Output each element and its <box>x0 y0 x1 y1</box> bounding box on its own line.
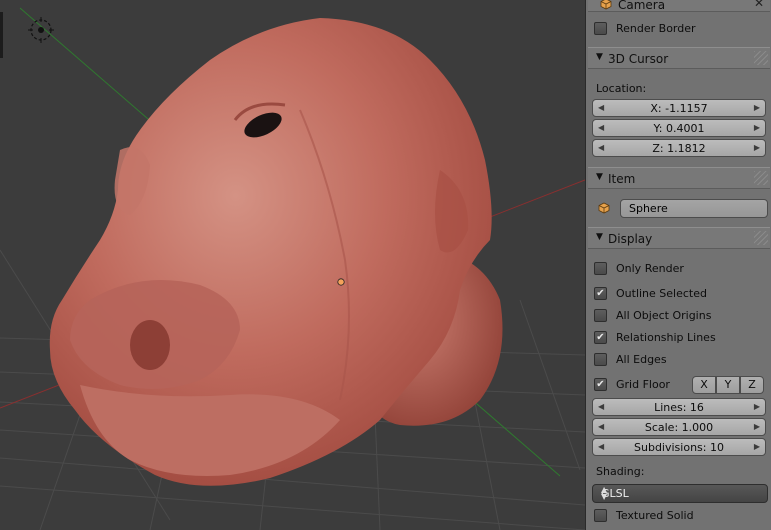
panel-grip[interactable] <box>754 171 768 185</box>
disclosure-triangle-icon: ▼ <box>596 172 603 182</box>
disclosure-triangle-icon: ▼ <box>596 52 603 62</box>
relationship-lines-label: Relationship Lines <box>616 331 716 344</box>
only-render-checkbox[interactable] <box>594 262 607 275</box>
shading-select[interactable]: GLSL ▲ ▼ <box>592 484 768 503</box>
increment-arrow-icon[interactable]: ▶ <box>754 103 760 112</box>
cursor-panel-header[interactable]: ▼ 3D Cursor <box>588 47 770 69</box>
camera-panel-header[interactable]: Camera ✕ <box>588 0 770 12</box>
3d-viewport[interactable] <box>0 0 585 530</box>
properties-panel: Camera ✕ Render Border ▼ 3D Cursor Locat… <box>585 0 771 530</box>
axis-y-toggle[interactable]: Y <box>716 376 740 394</box>
panel-grip[interactable] <box>754 51 768 65</box>
check-icon: ✔ <box>596 379 605 390</box>
all-object-origins-checkbox[interactable] <box>594 309 607 322</box>
grid-lines-field[interactable]: ◀ Lines: 16 ▶ <box>592 398 766 416</box>
location-label: Location: <box>596 82 647 95</box>
grid-scale-value: Scale: 1.000 <box>644 421 714 434</box>
viewport-canvas[interactable] <box>0 0 585 530</box>
panel-grip[interactable] <box>754 231 768 245</box>
cursor-y-field[interactable]: ◀ Y: 0.4001 ▶ <box>592 119 766 137</box>
object-cube-icon <box>598 202 610 214</box>
increment-arrow-icon[interactable]: ▶ <box>754 422 760 431</box>
axis-x-toggle[interactable]: X <box>692 376 716 394</box>
outline-selected-label: Outline Selected <box>616 287 707 300</box>
sculpt-mesh[interactable] <box>49 18 503 486</box>
camera-panel-title: Camera <box>618 0 666 12</box>
axis-z-toggle[interactable]: Z <box>740 376 764 394</box>
render-border-label: Render Border <box>616 22 696 35</box>
item-panel-title: Item <box>608 172 636 186</box>
cursor-x-field[interactable]: ◀ X: -1.1157 ▶ <box>592 99 766 117</box>
scene-origin-icon <box>28 17 54 43</box>
cursor-x-value: X: -1.1157 <box>650 102 708 115</box>
grid-lines-value: Lines: 16 <box>654 401 704 414</box>
object-name-value: Sphere <box>629 202 668 215</box>
cursor-panel-title: 3D Cursor <box>608 52 669 66</box>
toolshelf-tab[interactable] <box>0 12 3 58</box>
increment-arrow-icon[interactable]: ▶ <box>754 143 760 152</box>
textured-solid-label: Textured Solid <box>616 509 694 522</box>
increment-arrow-icon[interactable]: ▶ <box>754 123 760 132</box>
object-name-field[interactable]: Sphere <box>620 199 768 218</box>
grid-scale-field[interactable]: ◀ Scale: 1.000 ▶ <box>592 418 766 436</box>
shading-label: Shading: <box>596 465 645 478</box>
textured-solid-checkbox[interactable] <box>594 509 607 522</box>
check-icon: ✔ <box>596 288 605 299</box>
all-object-origins-label: All Object Origins <box>616 309 712 322</box>
updown-arrows-icon: ▲ ▼ <box>601 485 608 501</box>
render-border-checkbox[interactable] <box>594 22 607 35</box>
grid-subdivisions-value: Subdivisions: 10 <box>634 441 724 454</box>
cursor-y-value: Y: 0.4001 <box>653 122 705 135</box>
object-origin-dot <box>337 278 345 286</box>
cursor-z-field[interactable]: ◀ Z: 1.1812 ▶ <box>592 139 766 157</box>
close-x-icon[interactable]: ✕ <box>754 0 764 10</box>
grid-floor-label: Grid Floor <box>616 378 670 391</box>
disclosure-triangle-icon: ▼ <box>596 232 603 242</box>
cursor-z-value: Z: 1.1812 <box>652 142 706 155</box>
increment-arrow-icon[interactable]: ▶ <box>754 442 760 451</box>
only-render-label: Only Render <box>616 262 684 275</box>
all-edges-checkbox[interactable] <box>594 353 607 366</box>
relationship-lines-checkbox[interactable]: ✔ <box>594 331 607 344</box>
camera-cube-icon <box>600 0 612 10</box>
grid-floor-checkbox[interactable]: ✔ <box>594 378 607 391</box>
increment-arrow-icon[interactable]: ▶ <box>754 402 760 411</box>
check-icon: ✔ <box>596 332 605 343</box>
outline-selected-checkbox[interactable]: ✔ <box>594 287 607 300</box>
item-panel-header[interactable]: ▼ Item <box>588 167 770 189</box>
all-edges-label: All Edges <box>616 353 667 366</box>
display-panel-title: Display <box>608 232 653 246</box>
grid-subdivisions-field[interactable]: ◀ Subdivisions: 10 ▶ <box>592 438 766 456</box>
display-panel-header[interactable]: ▼ Display <box>588 227 770 249</box>
